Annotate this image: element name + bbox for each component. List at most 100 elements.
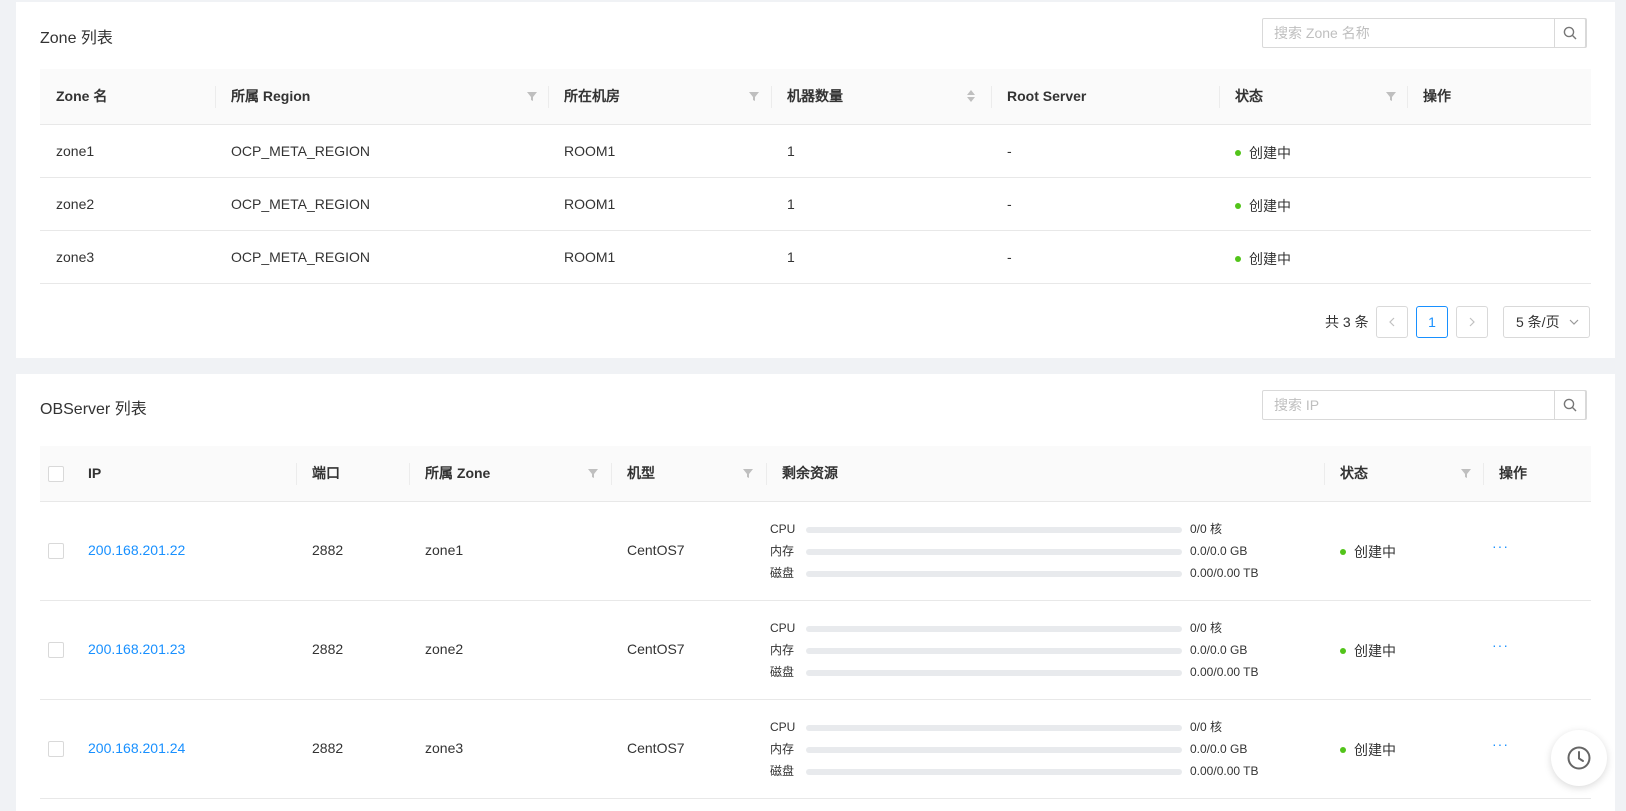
table-row: zone3 OCP_META_REGION ROOM1 1 - 创建中 (40, 231, 1591, 284)
memory-label: 内存 (770, 544, 795, 558)
server-zone: zone1 (425, 542, 464, 558)
table-row: 200.168.201.22 2882 zone1 CentOS7 CPU 0/0… (40, 502, 1591, 601)
zone-search (1262, 18, 1587, 48)
table-row: 200.168.201.24 2882 zone3 CentOS7 CPU 0/0… (40, 700, 1591, 799)
observer-list-card: OBServer 列表 IP 端口 所属 Zone 机型 剩余资源 状态 操作 (16, 374, 1615, 811)
filter-icon[interactable] (748, 90, 760, 102)
sort-icon[interactable] (966, 88, 976, 104)
disk-label: 磁盘 (770, 566, 795, 580)
status-dot-icon (1340, 549, 1346, 556)
chevron-right-icon (1469, 317, 1475, 327)
row-checkbox[interactable] (48, 741, 64, 757)
disk-progress (806, 769, 1182, 775)
zone-server-count: 1 (787, 249, 795, 265)
zone-server-count: 1 (787, 143, 795, 159)
col-action: 操作 (1423, 88, 1451, 104)
cpu-label: CPU (770, 522, 796, 536)
table-row: 200.168.201.23 2882 zone2 CentOS7 CPU 0/0… (40, 601, 1591, 700)
col-zone: 所属 Zone (425, 465, 491, 481)
pagination-total: 共 3 条 (1325, 314, 1369, 330)
status-dot-icon (1235, 150, 1241, 157)
server-ip-link[interactable]: 200.168.201.24 (88, 740, 185, 756)
history-button[interactable] (1551, 730, 1607, 786)
pagination-next-button[interactable] (1456, 306, 1488, 338)
server-ip-link[interactable]: 200.168.201.22 (88, 542, 185, 558)
observer-list-title: OBServer 列表 (40, 401, 147, 418)
status-badge: 创建中 (1340, 740, 1396, 760)
filter-icon[interactable] (526, 90, 538, 102)
disk-value: 0.00/0.00 TB (1190, 566, 1259, 580)
disk-value: 0.00/0.00 TB (1190, 665, 1259, 679)
zone-idc: ROOM1 (564, 249, 616, 265)
col-port: 端口 (312, 465, 340, 481)
search-icon (1563, 398, 1577, 412)
zone-table: Zone 名 所属 Region 所在机房 机器数量 Root Server 状… (40, 69, 1591, 284)
memory-label: 内存 (770, 742, 795, 756)
zone-search-input[interactable] (1263, 19, 1557, 47)
table-row: zone1 OCP_META_REGION ROOM1 1 - 创建中 (40, 125, 1591, 178)
cpu-progress (806, 626, 1182, 632)
server-port: 2882 (312, 740, 344, 756)
col-os: 机型 (627, 465, 655, 481)
status-dot-icon (1235, 203, 1241, 210)
filter-icon[interactable] (1460, 467, 1472, 479)
ip-search-input[interactable] (1263, 391, 1557, 419)
observer-search (1262, 390, 1587, 420)
filter-icon[interactable] (1385, 90, 1397, 102)
server-os: CentOS7 (627, 641, 685, 657)
cpu-label: CPU (770, 720, 796, 734)
server-port: 2882 (312, 641, 344, 657)
status-badge: 创建中 (1235, 196, 1291, 216)
more-actions-button[interactable]: ··· (1492, 538, 1509, 554)
server-port: 2882 (312, 542, 344, 558)
status-badge: 创建中 (1235, 143, 1291, 163)
zone-idc: ROOM1 (564, 196, 616, 212)
col-server-count: 机器数量 (787, 88, 843, 104)
cpu-progress (806, 527, 1182, 533)
col-ip: IP (88, 465, 102, 481)
zone-list-card: Zone 列表 Zone 名 所属 Region 所在机房 机器数量 Root … (16, 2, 1615, 358)
pagination-page-1[interactable]: 1 (1416, 306, 1448, 338)
filter-icon[interactable] (587, 467, 599, 479)
zone-name: zone2 (56, 196, 95, 212)
memory-value: 0.0/0.0 GB (1190, 742, 1248, 756)
status-badge: 创建中 (1340, 641, 1396, 661)
zone-list-title: Zone 列表 (40, 30, 113, 47)
cpu-progress (806, 725, 1182, 731)
status-badge: 创建中 (1235, 249, 1291, 269)
disk-progress (806, 670, 1182, 676)
select-all-checkbox[interactable] (48, 466, 64, 482)
memory-label: 内存 (770, 643, 795, 657)
zone-root-server: - (1007, 249, 1012, 265)
zone-root-server: - (1007, 196, 1012, 212)
server-zone: zone2 (425, 641, 464, 657)
zone-idc: ROOM1 (564, 143, 616, 159)
cpu-value: 0/0 核 (1190, 621, 1223, 635)
filter-icon[interactable] (742, 467, 754, 479)
col-root-server: Root Server (1007, 88, 1087, 104)
row-checkbox[interactable] (48, 642, 64, 658)
zone-table-header: Zone 名 所属 Region 所在机房 机器数量 Root Server 状… (40, 69, 1591, 125)
page-size-select[interactable]: 5 条/页 (1503, 306, 1590, 338)
col-status: 状态 (1235, 88, 1263, 104)
ip-search-button[interactable] (1554, 390, 1586, 420)
server-ip-link[interactable]: 200.168.201.23 (88, 641, 185, 657)
zone-name: zone1 (56, 143, 95, 159)
zone-search-button[interactable] (1554, 18, 1586, 48)
zone-region: OCP_META_REGION (231, 143, 370, 159)
more-actions-button[interactable]: ··· (1492, 637, 1509, 653)
search-icon (1563, 26, 1577, 40)
col-idc: 所在机房 (564, 88, 620, 104)
observer-table: IP 端口 所属 Zone 机型 剩余资源 状态 操作 200.168.201.… (40, 446, 1591, 811)
col-status: 状态 (1340, 465, 1368, 481)
status-dot-icon (1235, 256, 1241, 263)
row-checkbox[interactable] (48, 543, 64, 559)
disk-value: 0.00/0.00 TB (1190, 764, 1259, 778)
status-dot-icon (1340, 648, 1346, 655)
chevron-left-icon (1389, 317, 1395, 327)
more-actions-button[interactable]: ··· (1492, 736, 1509, 752)
status-badge: 创建中 (1340, 542, 1396, 562)
pagination-prev-button[interactable] (1376, 306, 1408, 338)
zone-server-count: 1 (787, 196, 795, 212)
memory-progress (806, 747, 1182, 753)
